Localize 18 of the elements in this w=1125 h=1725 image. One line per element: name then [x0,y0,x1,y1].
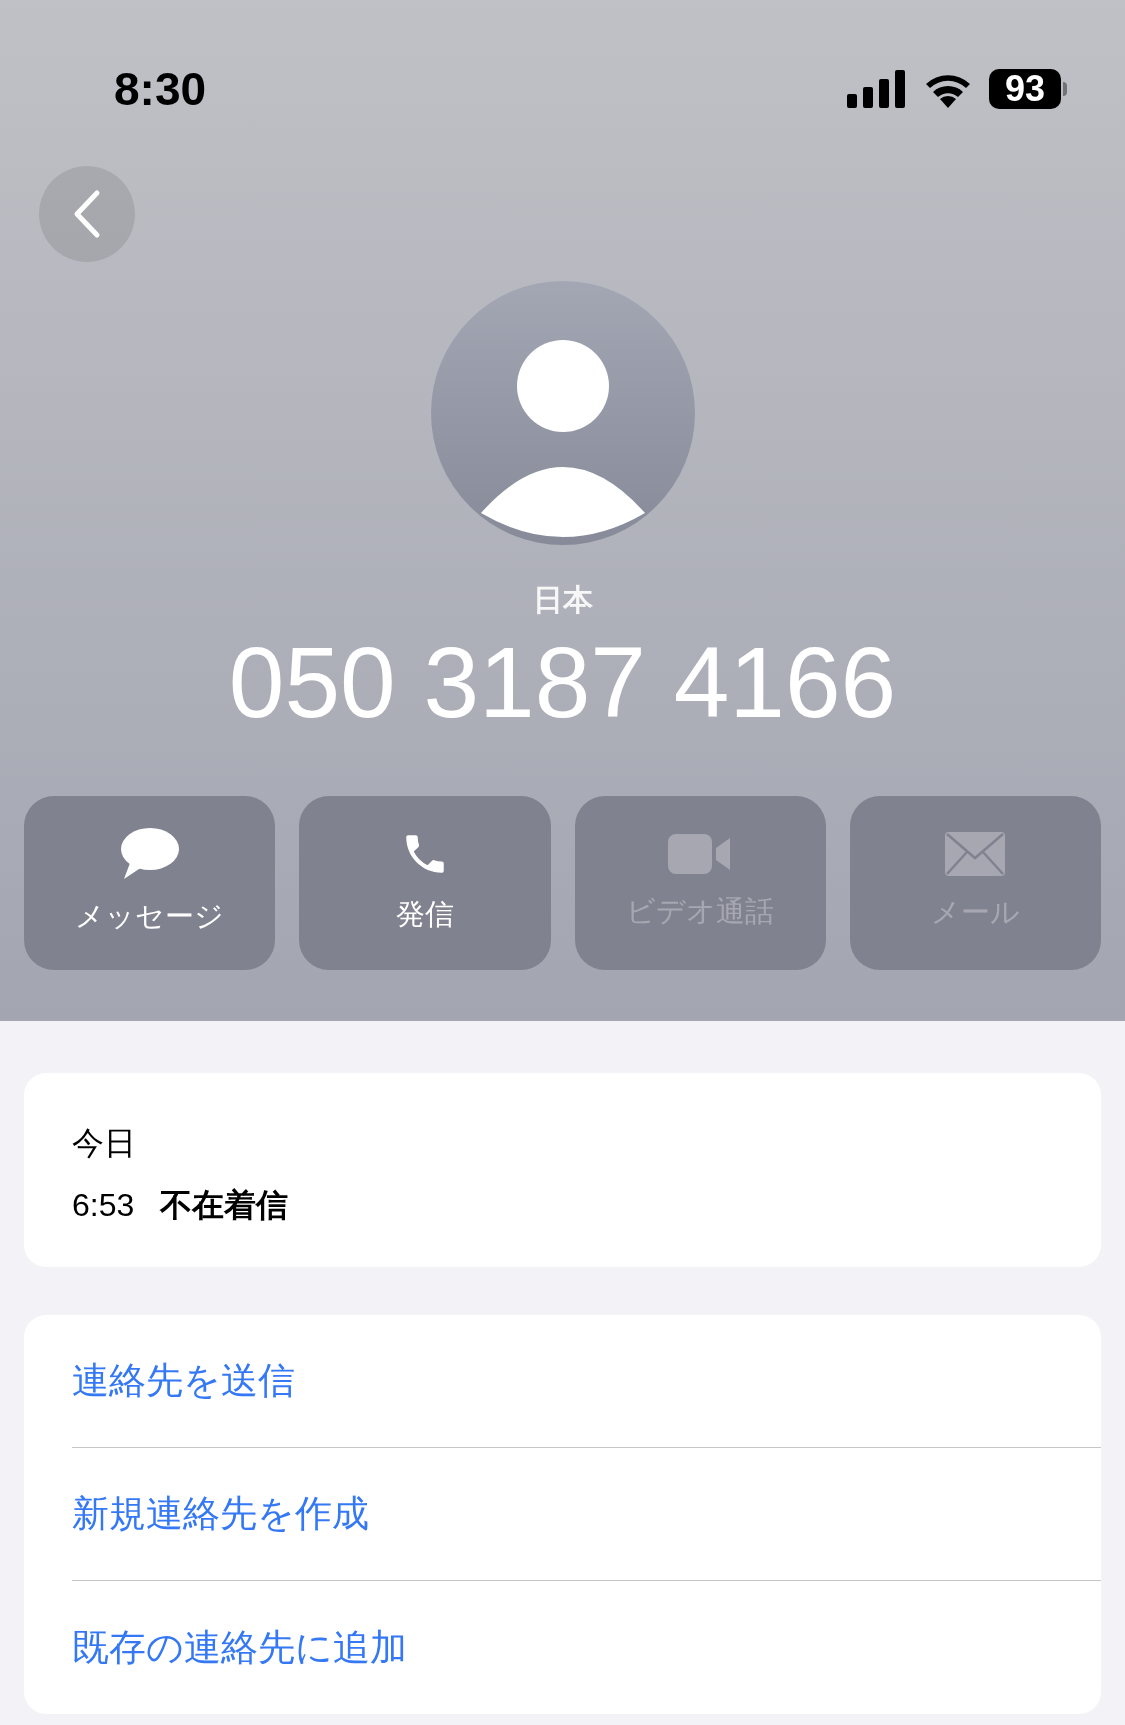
status-time: 8:30 [114,61,207,117]
avatar-icon [430,281,695,545]
date-label: 今日 [72,1127,137,1159]
country-label: 日本 [532,582,593,618]
option-link[interactable]: 連絡先を送信 [72,1353,295,1409]
call-time: 6:53 [72,1189,135,1221]
chevron-left-icon [72,189,102,239]
option-link[interactable]: 既存の連絡先に追加 [72,1619,407,1676]
battery-level: 93 [989,69,1061,109]
envelope-icon [944,831,1007,878]
call-type: 不在着信 [160,1189,289,1221]
option-link[interactable]: 新規連絡先を作成 [72,1486,369,1542]
action-button[interactable]: 発信 [299,796,551,970]
speech-bubble-icon [119,827,180,882]
action-button[interactable]: メッセージ [24,796,276,970]
phone-number: 050 3187 4166 [228,632,897,732]
signal-icon [847,70,907,108]
video-camera-icon [668,832,733,877]
